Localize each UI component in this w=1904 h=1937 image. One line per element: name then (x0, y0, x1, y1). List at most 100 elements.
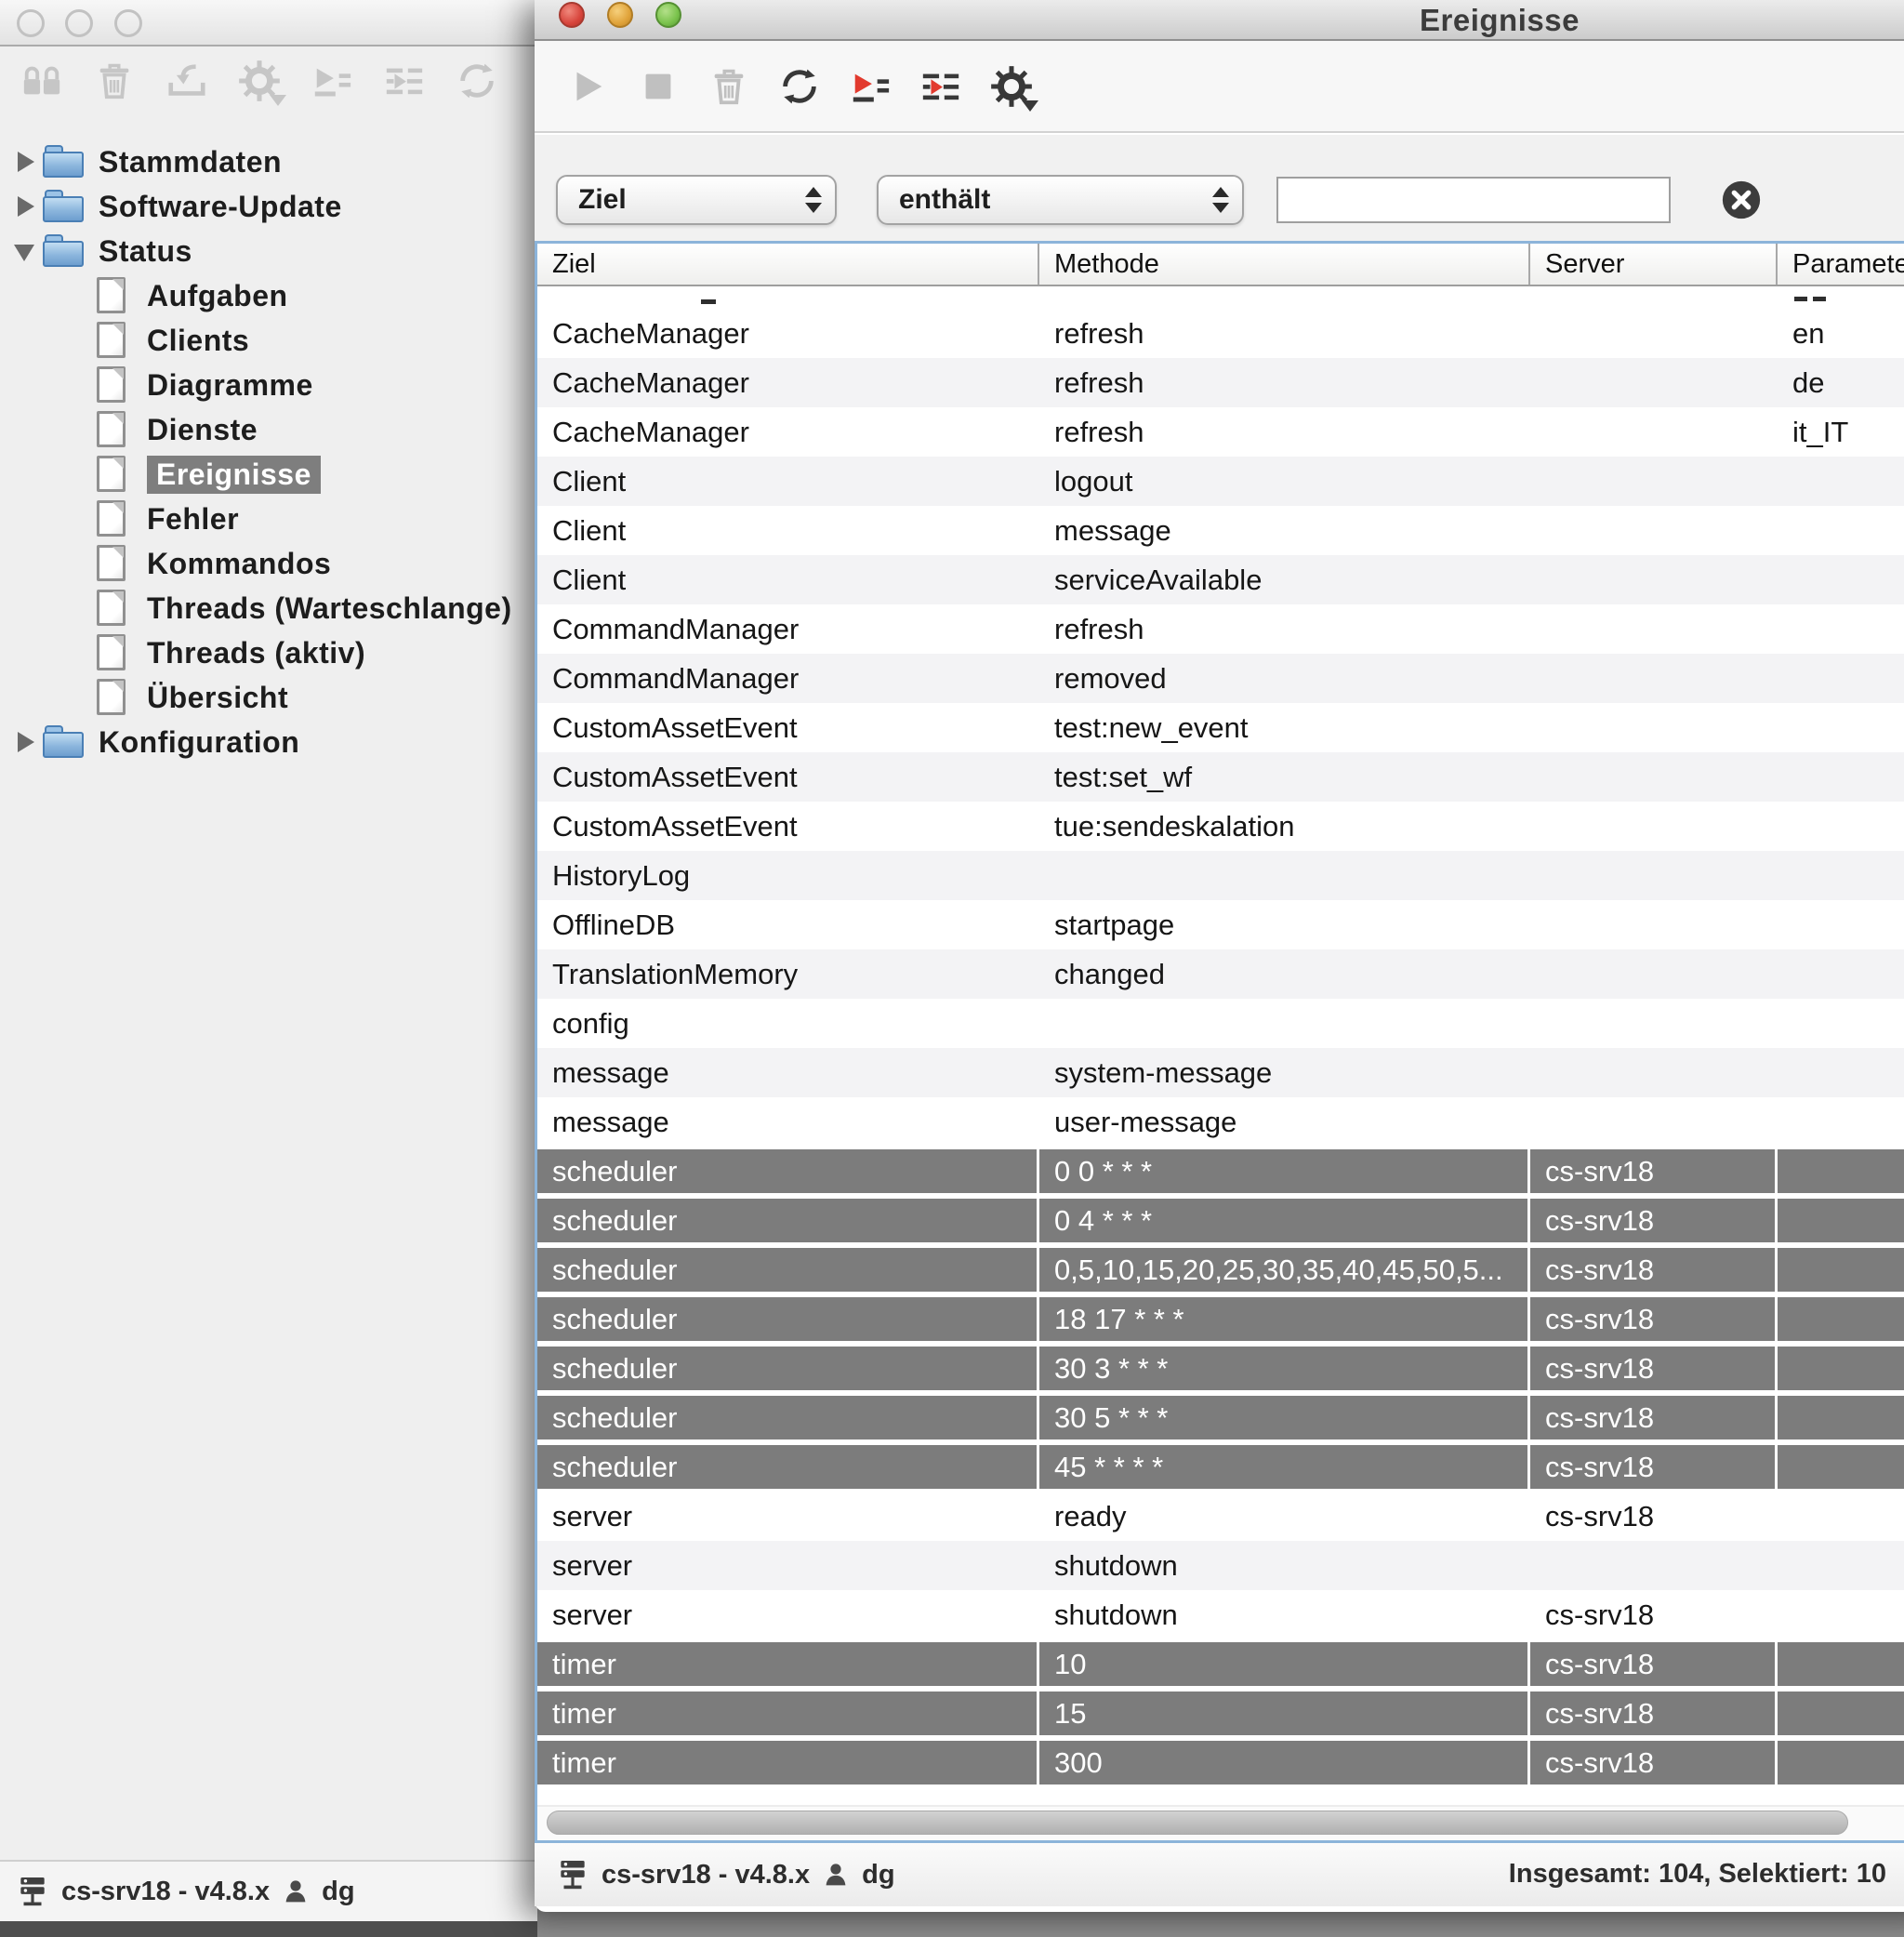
cell-parameter (1778, 703, 1904, 752)
gear-menu-icon[interactable] (236, 58, 283, 104)
ereignisse-window: Ereignisse Ziel enthält (535, 0, 1904, 1912)
cell-parameter (1778, 1541, 1904, 1590)
table-row[interactable]: CommandManager removed (537, 654, 1904, 703)
table-row[interactable]: CacheManager refresh de (537, 358, 1904, 407)
run-list-icon[interactable] (309, 58, 355, 104)
play-icon[interactable] (564, 63, 611, 110)
disclosure-triangle-icon[interactable] (11, 726, 43, 758)
tree-item[interactable]: Clients (0, 318, 537, 363)
table-row[interactable]: scheduler 30 3 * * * cs-srv18 (537, 1344, 1904, 1393)
minimize-icon[interactable] (607, 2, 633, 28)
close-icon[interactable] (17, 9, 45, 37)
scrollbar-thumb[interactable] (547, 1811, 1848, 1835)
filter-operator-dropdown[interactable]: enthält (877, 175, 1244, 225)
column-header-server[interactable]: Server (1530, 244, 1778, 285)
column-header-ziel[interactable]: Ziel (537, 244, 1039, 285)
clear-filter-icon[interactable] (1720, 179, 1763, 221)
cell-server (1530, 851, 1778, 900)
disclosure-triangle-icon[interactable] (11, 191, 43, 222)
tree-item[interactable]: Threads (Warteschlange) (0, 586, 537, 630)
tree-item[interactable]: Software-Update (0, 184, 537, 229)
table-row[interactable]: CustomAssetEvent test:set_wf (537, 752, 1904, 802)
minimize-icon[interactable] (65, 9, 93, 37)
run-list-icon[interactable] (847, 63, 893, 110)
table-row[interactable]: scheduler 0,5,10,15,20,25,30,35,40,45,50… (537, 1245, 1904, 1294)
zoom-icon[interactable] (114, 9, 142, 37)
person-icon (821, 1860, 851, 1890)
list-run-icon[interactable] (918, 63, 964, 110)
stop-icon[interactable] (635, 63, 681, 110)
cell-methode: user-message (1039, 1097, 1530, 1147)
refresh-icon[interactable] (776, 63, 823, 110)
table-row[interactable]: scheduler 0 0 * * * cs-srv18 (537, 1147, 1904, 1196)
cell-ziel: CacheManager (537, 407, 1039, 457)
cell-parameter (1778, 900, 1904, 949)
table-row[interactable]: timer 10 cs-srv18 (537, 1639, 1904, 1689)
table-row[interactable]: message system-message (537, 1048, 1904, 1097)
list-run-icon[interactable] (381, 58, 428, 104)
column-header-methode[interactable]: Methode (1039, 244, 1530, 285)
table-row[interactable]: CustomAssetEvent test:new_event (537, 703, 1904, 752)
filter-query-input[interactable] (1276, 177, 1671, 223)
cell-server (1530, 900, 1778, 949)
tree-item[interactable]: Übersicht (0, 675, 537, 720)
close-icon[interactable] (559, 2, 585, 28)
table-row[interactable]: timer 15 cs-srv18 (537, 1689, 1904, 1738)
tree-item[interactable]: Diagramme (0, 363, 537, 407)
table-row[interactable]: CommandManager refresh (537, 604, 1904, 654)
filter-operator-value: enthält (879, 184, 990, 216)
node-icon (91, 411, 134, 448)
cell-parameter (1778, 1393, 1904, 1442)
sidebar-toolbar (19, 58, 500, 104)
disclosure-triangle-icon[interactable] (11, 235, 43, 267)
tree-item[interactable]: Aufgaben (0, 273, 537, 318)
table-row[interactable]: TranslationMemory changed (537, 949, 1904, 999)
table-row[interactable]: message user-message (537, 1097, 1904, 1147)
tree-item[interactable]: Kommandos (0, 541, 537, 586)
locks-icon[interactable] (19, 58, 65, 104)
tree-item[interactable]: Ereignisse (0, 452, 537, 497)
trash-icon[interactable] (91, 58, 138, 104)
table-row[interactable]: server shutdown (537, 1541, 1904, 1590)
refresh-icon[interactable] (454, 58, 500, 104)
tree-item[interactable]: Dienste (0, 407, 537, 452)
table-row[interactable]: server shutdown cs-srv18 (537, 1590, 1904, 1639)
node-icon (91, 545, 134, 582)
gear-menu-icon[interactable] (988, 63, 1035, 110)
table-row[interactable]: CacheManager refresh it_IT (537, 407, 1904, 457)
table-row[interactable]: Client serviceAvailable (537, 555, 1904, 604)
table-row[interactable]: HistoryLog (537, 851, 1904, 900)
cell-ziel: scheduler (537, 1442, 1039, 1492)
zoom-icon[interactable] (655, 2, 681, 28)
tree-item-label: Status (99, 234, 192, 269)
cell-methode: shutdown (1039, 1541, 1530, 1590)
tree-item[interactable]: Threads (aktiv) (0, 630, 537, 675)
tree-item[interactable]: Fehler (0, 497, 537, 541)
filter-field-value: Ziel (558, 184, 627, 216)
table-row[interactable]: scheduler 30 5 * * * cs-srv18 (537, 1393, 1904, 1442)
table-row[interactable]: timer 300 cs-srv18 (537, 1738, 1904, 1787)
table-row[interactable]: CacheManager refresh en (537, 309, 1904, 358)
disclosure-triangle-icon[interactable] (11, 146, 43, 178)
table-row[interactable]: scheduler 18 17 * * * cs-srv18 (537, 1294, 1904, 1344)
table-row[interactable]: scheduler 0 4 * * * cs-srv18 (537, 1196, 1904, 1245)
filter-field-dropdown[interactable]: Ziel (556, 175, 837, 225)
table-row[interactable]: Client logout (537, 457, 1904, 506)
tree-item[interactable]: Status (0, 229, 537, 273)
table-row[interactable]: server ready cs-srv18 (537, 1492, 1904, 1541)
import-icon[interactable] (164, 58, 210, 104)
cell-methode: 15 (1039, 1689, 1530, 1738)
table-row[interactable]: CustomAssetEvent tue:sendeskalation (537, 802, 1904, 851)
table-row[interactable]: scheduler 45 * * * * cs-srv18 (537, 1442, 1904, 1492)
cell-parameter (1778, 949, 1904, 999)
column-header-parameter[interactable]: Parameter (1778, 244, 1904, 285)
titlebar[interactable]: Ereignisse (535, 0, 1904, 41)
table-row[interactable]: OfflineDB startpage (537, 900, 1904, 949)
horizontal-scrollbar[interactable] (537, 1805, 1904, 1840)
cell-ziel: message (537, 1097, 1039, 1147)
tree-item[interactable]: Konfiguration (0, 720, 537, 764)
table-row[interactable]: config (537, 999, 1904, 1048)
trash-icon[interactable] (706, 63, 752, 110)
table-row[interactable]: Client message (537, 506, 1904, 555)
tree-item[interactable]: Stammdaten (0, 139, 537, 184)
